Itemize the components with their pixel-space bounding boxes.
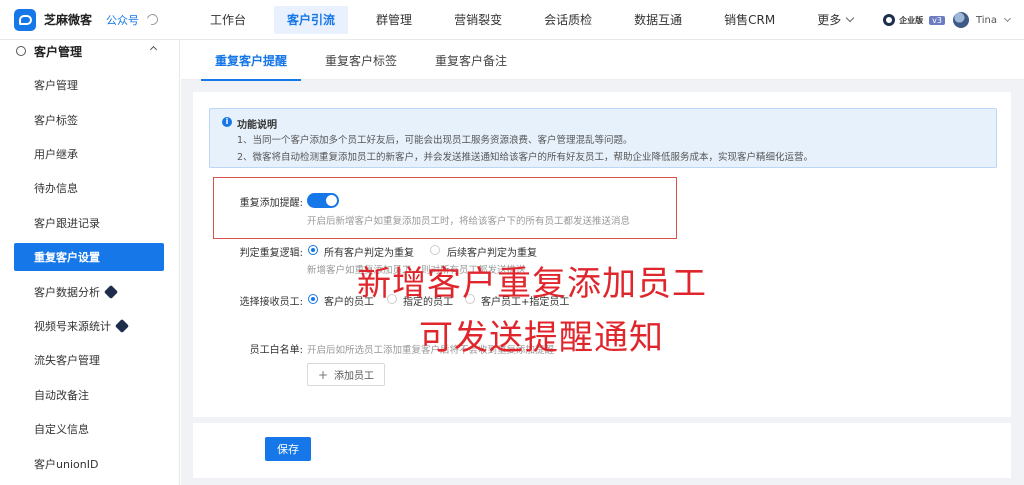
sidebar-item-label: 视频号来源统计 — [34, 320, 111, 333]
app-logo-icon[interactable] — [14, 8, 36, 31]
logic-radio-all[interactable] — [308, 245, 318, 255]
feature-description-box: i 功能说明 1、当同一个客户添加多个员工好友后，可能会出现员工服务资源浪费、客… — [209, 108, 997, 168]
nav-workbench[interactable]: 工作台 — [196, 0, 260, 40]
sidebar-item-label: 客户数据分析 — [34, 286, 100, 299]
sidebar-item-customer-data-analysis[interactable]: 客户数据分析 — [14, 278, 164, 306]
add-staff-button[interactable]: + 添加员工 — [307, 363, 385, 386]
vip-icon — [114, 318, 130, 334]
main-nav: 工作台 客户引流 群管理 营销裂变 会话质检 数据互通 销售CRM 更多 — [196, 0, 881, 40]
chevron-up-icon — [149, 45, 158, 54]
annotation-line-1: 新增客户重复添加员工 — [357, 264, 707, 304]
nav-group-management[interactable]: 群管理 — [362, 0, 426, 40]
vip-icon — [103, 284, 119, 300]
sidebar-item-todo[interactable]: 待办信息 — [14, 174, 164, 202]
avatar[interactable] — [952, 12, 969, 28]
sidebar-group-customer-management[interactable]: 客户管理 — [0, 40, 180, 62]
brand-name: 芝麻微客 — [44, 13, 93, 27]
tab-duplicate-tags[interactable]: 重复客户标签 — [311, 40, 411, 80]
receiver-radio-customer-staff[interactable] — [308, 294, 318, 304]
sidebar-item-duplicate-customer-settings[interactable]: 重复客户设置 — [14, 243, 164, 271]
top-header: 芝麻微客 公众号 工作台 客户引流 群管理 营销裂变 会话质检 数据互通 销售C… — [0, 0, 1024, 40]
theme-toggle-icon[interactable] — [145, 11, 161, 28]
nav-sales-crm[interactable]: 销售CRM — [710, 0, 789, 40]
logic-label: 判定重复逻辑: — [239, 248, 303, 259]
enterprise-icon — [883, 14, 896, 26]
tab-duplicate-reminder[interactable]: 重复客户提醒 — [201, 40, 302, 81]
customer-group-icon — [16, 46, 26, 56]
sidebar-item-lost-customers[interactable]: 流失客户管理 — [14, 346, 164, 374]
info-line-1: 1、当同一个客户添加多个员工好友后，可能会出现员工服务资源浪费、客户管理混乱等问… — [237, 135, 633, 146]
reminder-toggle[interactable] — [307, 193, 339, 208]
sidebar-item-custom-info[interactable]: 自定义信息 — [14, 415, 164, 443]
user-name[interactable]: Tina — [976, 15, 997, 26]
sidebar: 客户管理 客户管理 客户标签 用户继承 待办信息 客户跟进记录 重复客户设置 客… — [0, 40, 180, 485]
footer-bar: 保存 — [193, 423, 1011, 478]
nav-customer-acquisition[interactable]: 客户引流 — [274, 5, 349, 34]
official-account-link[interactable]: 公众号 — [106, 12, 139, 28]
nav-more-label: 更多 — [817, 13, 842, 27]
tab-duplicate-remarks[interactable]: 重复客户备注 — [421, 40, 521, 80]
plus-icon: + — [317, 367, 329, 382]
info-title: 功能说明 — [237, 120, 277, 131]
nav-data-sync[interactable]: 数据互通 — [620, 0, 696, 40]
sidebar-item-auto-remark[interactable]: 自动改备注 — [14, 381, 164, 409]
chevron-down-icon[interactable] — [1003, 14, 1012, 23]
version-badge: v3 — [929, 15, 945, 25]
tab-bar: 重复客户提醒 重复客户标签 重复客户备注 — [181, 40, 1024, 81]
save-button[interactable]: 保存 — [265, 437, 311, 461]
sidebar-item-customer-management[interactable]: 客户管理 — [14, 71, 164, 99]
info-icon: i — [222, 117, 232, 127]
nav-marketing-fission[interactable]: 营销裂变 — [440, 0, 516, 40]
whitelist-label: 员工白名单: — [249, 345, 303, 356]
sidebar-item-user-inheritance[interactable]: 用户继承 — [14, 140, 164, 168]
reminder-hint: 开启后新增客户如重复添加员工时，将给该客户下的所有员工都发送推送消息 — [307, 216, 631, 227]
sidebar-item-customer-tags[interactable]: 客户标签 — [14, 106, 164, 134]
account-area: 企业版 v3 Tina — [883, 0, 1012, 40]
reminder-label: 重复添加提醒: — [239, 198, 303, 209]
sidebar-group-label: 客户管理 — [34, 44, 83, 59]
logic-radio-subsequent[interactable] — [430, 245, 440, 255]
edition-label: 企业版 — [899, 15, 924, 25]
nav-more[interactable]: 更多 — [803, 0, 867, 40]
annotation-line-2: 可发送提醒通知 — [419, 318, 664, 358]
nav-session-qa[interactable]: 会话质检 — [530, 0, 606, 40]
sidebar-item-channel-source-stats[interactable]: 视频号来源统计 — [14, 312, 164, 340]
main-content: 重复客户提醒 重复客户标签 重复客户备注 i 功能说明 1、当同一个客户添加多个… — [181, 40, 1024, 485]
chevron-down-icon — [845, 13, 855, 23]
info-line-2: 2、微客将自动检测重复添加员工的新客户，并会发送推送通知给该客户的所有好友员工，… — [237, 152, 814, 163]
receiver-label: 选择接收员工: — [239, 297, 303, 308]
sidebar-item-follow-up-records[interactable]: 客户跟进记录 — [14, 209, 164, 237]
add-staff-label: 添加员工 — [334, 371, 375, 382]
sidebar-item-customer-unionid[interactable]: 客户unionID — [14, 450, 164, 478]
